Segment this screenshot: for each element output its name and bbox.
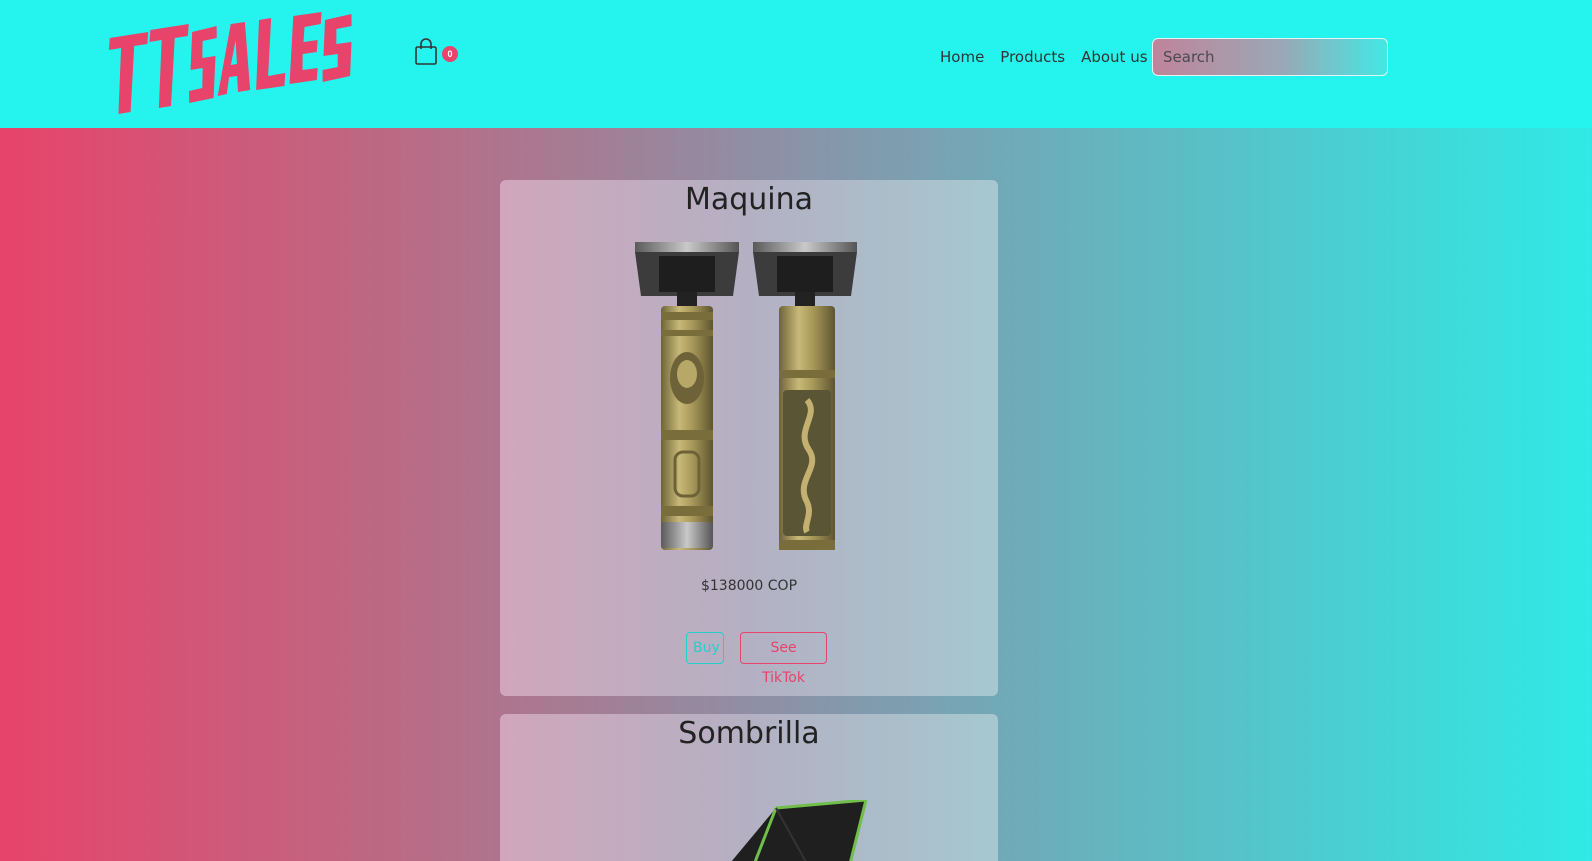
buy-button[interactable]: Buy [686,632,724,664]
cart-button[interactable]: 0 [414,38,462,72]
product-image [731,800,868,861]
product-price: $138000 COP [700,578,798,594]
product-title: Sombrilla [678,716,820,751]
see-tiktok-button[interactable]: See TikTok [740,632,827,686]
nav-home[interactable]: Home [940,48,984,66]
product-card: Maquina $138000 COP Buy See TikTok [500,180,998,696]
product-card: Sombrilla [500,714,998,861]
shopping-bag-icon [415,38,437,65]
main-nav: Home Products About us [940,44,1148,70]
product-image [635,242,857,550]
ttsales-logo[interactable] [98,6,360,118]
search-input[interactable] [1152,38,1388,76]
site-header: 0 Home Products About us [0,0,1592,128]
nav-about-us[interactable]: About us [1081,48,1147,66]
cart-count-badge: 0 [442,46,458,62]
nav-products[interactable]: Products [1000,48,1065,66]
product-title: Maquina [684,182,814,217]
